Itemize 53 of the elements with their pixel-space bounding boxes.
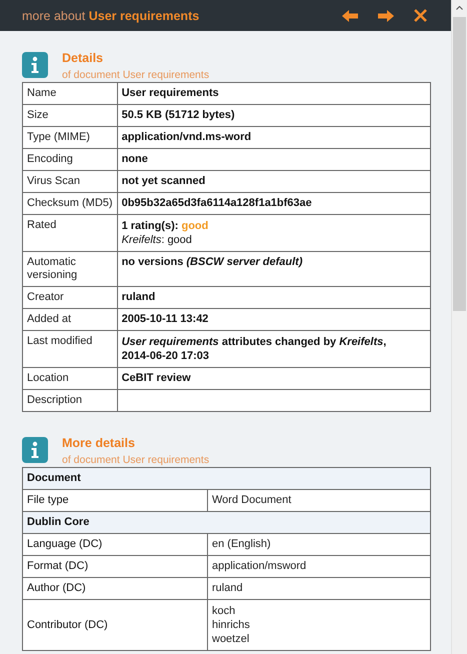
table-cell: 2005-10-11 13:42 xyxy=(117,308,430,330)
cell-text: woetzel xyxy=(212,632,250,646)
table-cell: Type (MIME) xyxy=(22,126,118,148)
table-cell: Contributor (DC) xyxy=(22,600,208,650)
table-cell: CeBIT review xyxy=(117,368,430,390)
table-cell: Encoding xyxy=(22,148,118,170)
table-cell: none xyxy=(117,148,430,170)
table-cell: 50.5 KB (51712 bytes) xyxy=(117,104,430,126)
table-cell: Virus Scan xyxy=(22,170,118,192)
scrollbar-thumb[interactable] xyxy=(453,17,466,311)
table-cell: application/msword xyxy=(208,556,430,578)
table-cell: ruland xyxy=(117,286,430,308)
table-cell: ruland xyxy=(208,578,430,600)
cell-text: User requirements attributes changed by Kreifelts, xyxy=(122,335,388,349)
table-cell: no versions (BSCW server default) xyxy=(117,252,430,286)
rating-count: 1 rating(s): xyxy=(122,220,178,232)
right-arrow-icon[interactable] xyxy=(378,10,394,22)
table-cell: Name xyxy=(22,82,118,104)
rating-entry: Kreifelts: good xyxy=(122,233,193,247)
table-cell: Size xyxy=(22,104,118,126)
table-cell: User requirements xyxy=(117,82,430,104)
table-cell: Checksum (MD5) xyxy=(22,192,118,214)
scroll-up-icon[interactable] xyxy=(456,6,464,10)
cell-text: hinrichs xyxy=(212,618,251,632)
table-cell: Description xyxy=(22,390,118,412)
table-cell: Added at xyxy=(22,308,118,330)
window-title: more about User requirements xyxy=(22,8,200,22)
group-header-cell: Document xyxy=(22,468,430,490)
table-cell: Last modified xyxy=(22,330,118,368)
table-cell: Automatic versioning xyxy=(22,252,118,286)
table-cell: Author (DC) xyxy=(22,578,208,600)
table-cell: Creator xyxy=(22,286,118,308)
table-cell: not yet scanned xyxy=(117,170,430,192)
section-subtitle: of document User requirements xyxy=(62,68,210,82)
table-cell: Language (DC) xyxy=(22,534,208,556)
table-cell: 0b95b32a65d3fa6114a128f1a1bf63ae xyxy=(117,192,430,214)
info-icon xyxy=(22,437,48,463)
table-cell: application/vnd.ms-word xyxy=(117,126,430,148)
table-cell: Location xyxy=(22,368,118,390)
cell-text: 2014-06-20 17:03 xyxy=(122,349,210,363)
table-cell: Rated xyxy=(22,214,118,252)
rating-value: good xyxy=(181,220,208,232)
group-header-cell: Dublin Core xyxy=(22,512,430,534)
cell-text: koch xyxy=(212,604,236,618)
table-cell: Format (DC) xyxy=(22,556,208,578)
section-subtitle: of document User requirements xyxy=(62,453,210,467)
info-icon xyxy=(22,52,48,78)
close-icon[interactable] xyxy=(414,9,428,22)
section-title: More details xyxy=(62,435,136,451)
table-cell: en (English) xyxy=(208,534,430,556)
left-arrow-icon[interactable] xyxy=(342,10,358,22)
section-title: Details xyxy=(62,50,104,66)
scrollbar[interactable] xyxy=(451,0,467,654)
